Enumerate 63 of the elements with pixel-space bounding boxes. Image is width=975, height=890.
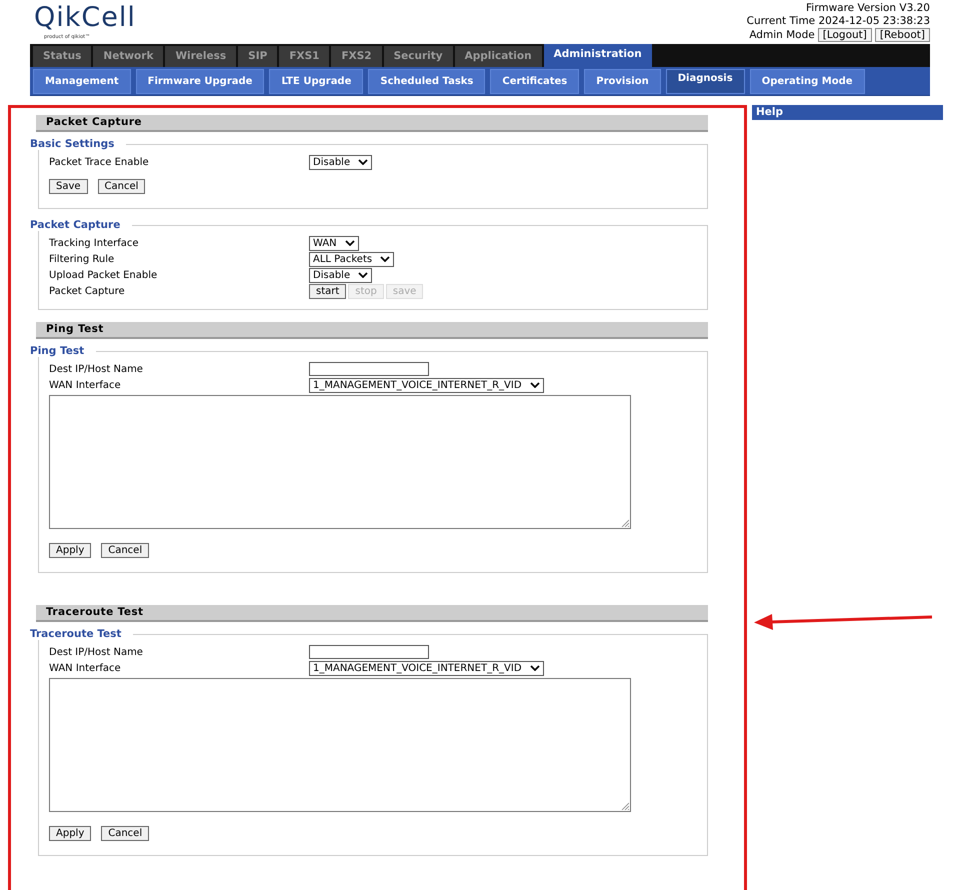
group-legend: Packet Capture <box>30 219 132 231</box>
form-button[interactable]: Cancel <box>101 543 150 558</box>
field-label: WAN Interface <box>49 662 122 674</box>
help-title: Help <box>752 105 943 120</box>
field-label: Packet Trace Enable <box>49 156 150 168</box>
chevron-down-icon <box>530 665 540 671</box>
nav-tab[interactable]: Wireless <box>165 46 236 67</box>
nav-tab[interactable]: Security <box>384 46 453 67</box>
sub-tab[interactable]: Provision <box>584 69 661 94</box>
input-field[interactable] <box>309 645 429 659</box>
nav-tab[interactable]: Status <box>33 46 92 67</box>
chevron-down-icon <box>530 382 540 388</box>
chevron-down-icon <box>358 272 368 278</box>
field-label: WAN Interface <box>49 380 122 390</box>
select-field[interactable]: ALL Packets <box>309 252 394 266</box>
select-field[interactable]: Disable <box>309 154 372 170</box>
field-label: Filtering Rule <box>49 254 116 264</box>
sub-tab[interactable]: Diagnosis <box>666 69 745 94</box>
form-button[interactable]: Apply <box>49 826 92 841</box>
section-title: Packet Capture <box>36 115 708 132</box>
form-button[interactable]: Save <box>49 179 88 194</box>
field-label: Packet Capture <box>49 286 126 296</box>
chevron-down-icon <box>380 256 390 262</box>
header-button[interactable]: [Logout] <box>818 28 872 42</box>
resize-grip-icon[interactable] <box>621 519 629 527</box>
form-button[interactable]: Cancel <box>98 179 146 194</box>
chevron-down-icon <box>344 240 355 246</box>
section-title: Ping Test <box>36 322 708 339</box>
field-label: Dest IP/Host Name <box>49 646 144 658</box>
section-title: Traceroute Test <box>36 605 708 622</box>
group-legend: Traceroute Test <box>30 628 134 640</box>
nav-tab[interactable]: SIP <box>238 46 278 67</box>
nav-tab[interactable]: Administration <box>544 44 652 67</box>
field-label: Upload Packet Enable <box>49 270 158 280</box>
nav-tab[interactable]: FXS2 <box>331 46 382 67</box>
header-button[interactable]: [Reboot] <box>874 28 930 42</box>
sub-tab[interactable]: Firmware Upgrade <box>136 69 264 94</box>
form-button[interactable]: Cancel <box>101 826 150 841</box>
select-field[interactable]: WAN <box>309 236 359 250</box>
sub-tab[interactable]: Certificates <box>490 69 580 94</box>
resize-grip-icon[interactable] <box>621 802 629 810</box>
field-label: Dest IP/Host Name <box>49 364 144 374</box>
sub-tab[interactable]: Scheduled Tasks <box>368 69 486 94</box>
select-field[interactable]: Disable <box>309 268 372 282</box>
sub-tab[interactable]: Operating Mode <box>750 69 865 94</box>
select-field[interactable]: 1_MANAGEMENT_VOICE_INTERNET_R_VID <box>309 378 544 392</box>
input-field[interactable] <box>309 362 429 376</box>
group-legend: Ping Test <box>30 345 96 357</box>
nav-tab[interactable]: Application <box>454 46 542 67</box>
form-button[interactable]: Apply <box>49 543 92 558</box>
select-field[interactable]: 1_MANAGEMENT_VOICE_INTERNET_R_VID <box>309 660 544 676</box>
field-label: Tracking Interface <box>49 238 140 248</box>
capture-button[interactable]: start <box>309 284 346 298</box>
current-time: Current Time 2024-12-05 23:38:23 <box>746 15 930 28</box>
logo-wordmark: QikCell <box>34 2 136 34</box>
group-legend: Basic Settings <box>30 138 126 150</box>
nav-tab[interactable]: Network <box>93 46 164 67</box>
firmware-version: Firmware Version V3.20 <box>805 2 930 15</box>
admin-mode: Admin Mode <box>749 28 815 42</box>
sub-tab[interactable]: LTE Upgrade <box>269 69 364 94</box>
nav-tab[interactable]: FXS1 <box>279 46 330 67</box>
chevron-down-icon <box>358 159 368 165</box>
sub-tab[interactable]: Management <box>33 69 131 94</box>
